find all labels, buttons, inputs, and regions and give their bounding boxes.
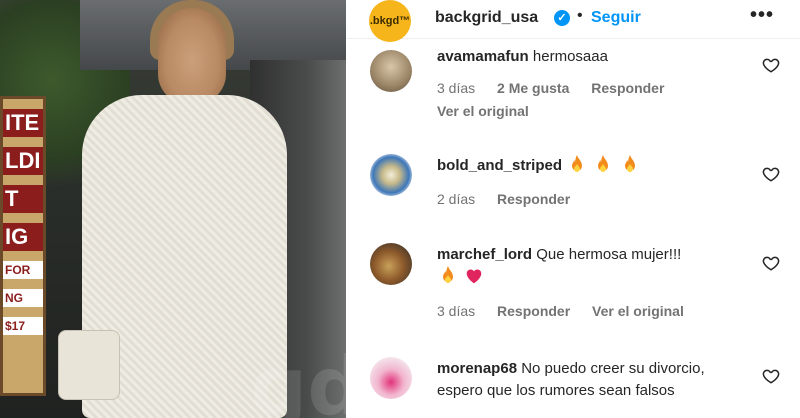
- fire-emoji-icon: [598, 155, 609, 172]
- comments-panel: avamamafun hermosaaa 3 días 2 Me gusta R…: [346, 0, 800, 418]
- comment-meta: 3 días 2 Me gusta Responder: [437, 80, 682, 96]
- commenter-avatar[interactable]: [370, 243, 412, 285]
- commenter-username[interactable]: marchef_lord: [437, 246, 532, 263]
- sign-text: LDI: [3, 147, 43, 175]
- comment-meta: 3 días Responder Ver el original: [437, 303, 702, 319]
- comment-meta: 2 días Responder: [437, 191, 588, 207]
- like-heart-icon[interactable]: [762, 165, 780, 183]
- post-header: .bkgd™ backgrid_usa ✓ • Seguir •••: [346, 0, 800, 42]
- sign-price: $17: [3, 317, 43, 335]
- photo-restaurant-sign: ITE LDI T IG FOR NG $17: [0, 96, 46, 396]
- red-heart-emoji-icon: [466, 269, 482, 284]
- fire-emoji-icon: [624, 155, 635, 172]
- comment-text: Que hermosa mujer!!!: [536, 246, 682, 263]
- see-original-link[interactable]: Ver el original: [437, 103, 529, 119]
- sign-text: ITE: [3, 109, 43, 137]
- sign-text: NG: [3, 289, 43, 307]
- comment-time[interactable]: 2 días: [437, 191, 475, 207]
- verified-check-icon: ✓: [554, 10, 570, 26]
- account-username[interactable]: backgrid_usa: [435, 9, 538, 27]
- commenter-username[interactable]: morenap68: [437, 360, 517, 377]
- comment-text: hermosaaa: [532, 48, 608, 65]
- photo-handbag: [58, 330, 120, 400]
- comment-time[interactable]: 3 días: [437, 80, 475, 96]
- photo-watermark: gd: [250, 340, 346, 418]
- commenter-username[interactable]: avamamafun: [437, 48, 529, 65]
- post-photo: ITE LDI T IG FOR NG $17 gd: [0, 0, 346, 418]
- commenter-username[interactable]: bold_and_striped: [437, 157, 562, 174]
- photo-person-head: [158, 8, 226, 104]
- sign-text: FOR: [3, 261, 43, 279]
- comment-time[interactable]: 3 días: [437, 303, 475, 319]
- fire-emoji-icon: [572, 155, 583, 172]
- commenter-avatar[interactable]: [370, 50, 412, 92]
- like-heart-icon[interactable]: [762, 367, 780, 385]
- reply-button[interactable]: Responder: [591, 80, 664, 96]
- separator-dot: •: [577, 7, 583, 24]
- reply-button[interactable]: Responder: [497, 303, 570, 319]
- follow-button[interactable]: Seguir: [591, 9, 641, 27]
- sign-text: T: [3, 185, 43, 213]
- sign-text: IG: [3, 223, 43, 251]
- like-heart-icon[interactable]: [762, 254, 780, 272]
- reply-button[interactable]: Responder: [497, 191, 570, 207]
- comment-likes[interactable]: 2 Me gusta: [497, 80, 569, 96]
- fire-emoji-icon: [443, 266, 453, 283]
- more-options-icon[interactable]: •••: [750, 4, 774, 27]
- account-avatar[interactable]: .bkgd™: [369, 0, 411, 42]
- commenter-avatar[interactable]: [370, 357, 412, 399]
- like-heart-icon[interactable]: [762, 56, 780, 74]
- commenter-avatar[interactable]: [370, 154, 412, 196]
- see-original-link[interactable]: Ver el original: [592, 303, 684, 319]
